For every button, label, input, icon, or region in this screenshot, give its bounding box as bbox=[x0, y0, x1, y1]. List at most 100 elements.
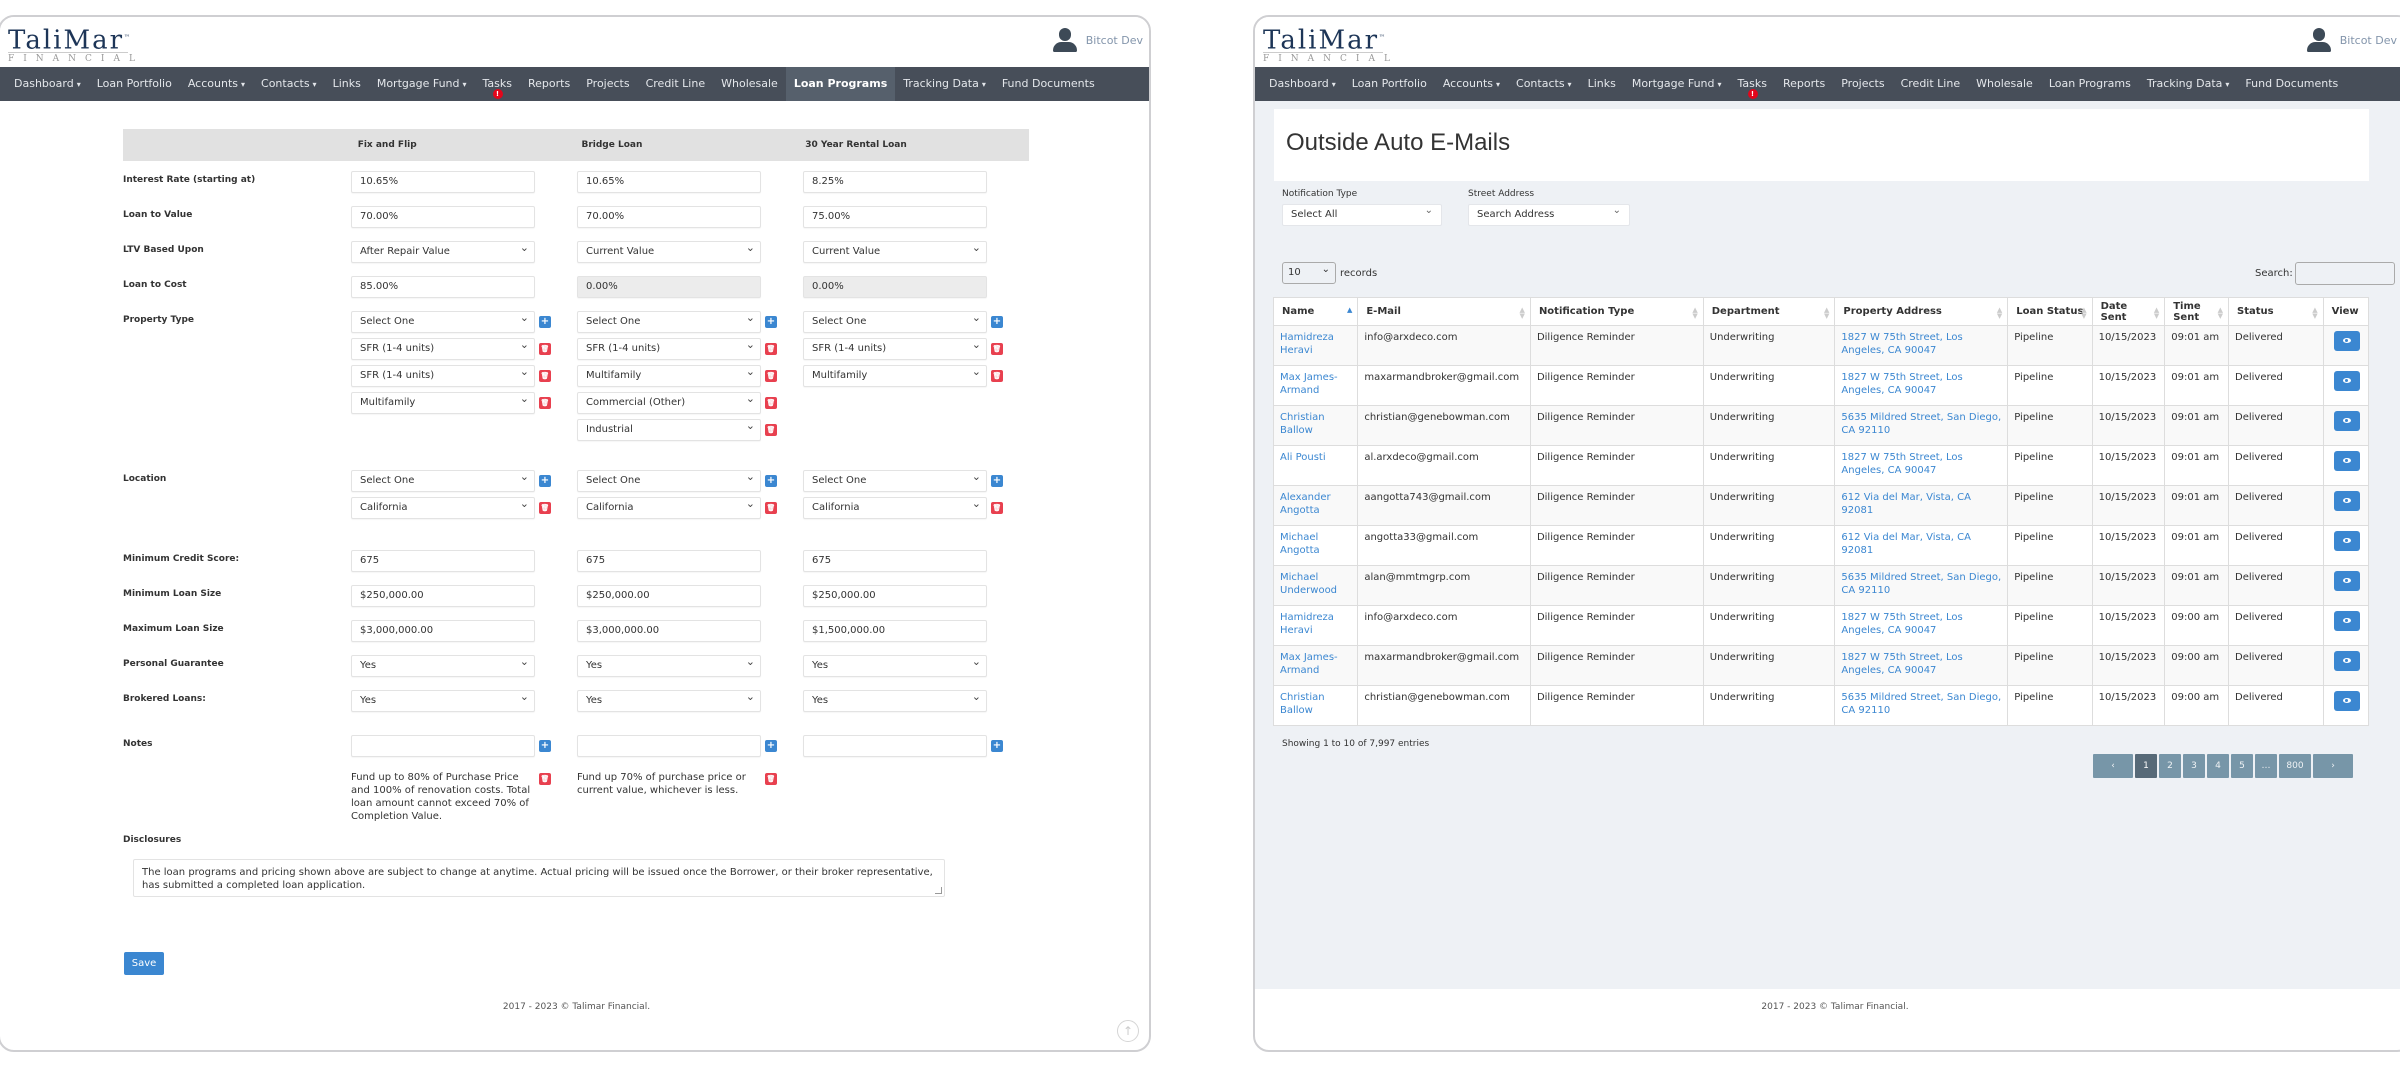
property-link[interactable]: 5635 Mildred Street, San Diego, CA 92110 bbox=[1841, 692, 2001, 716]
nav-item-tasks[interactable]: Tasks! bbox=[1730, 67, 1775, 101]
property-type-select[interactable]: Multifamily bbox=[577, 362, 761, 387]
trash-icon[interactable]: 🗑 bbox=[765, 397, 777, 409]
contact-link[interactable]: Michael Angotta bbox=[1280, 532, 1320, 556]
next-page-button[interactable]: › bbox=[2313, 754, 2353, 778]
nav-item-dashboard[interactable]: Dashboard ▾ bbox=[1261, 67, 1344, 101]
view-eye-button[interactable] bbox=[2333, 651, 2360, 671]
property-type-select[interactable]: Select One bbox=[803, 308, 987, 333]
notification-type-select[interactable]: Select All bbox=[1282, 201, 1442, 226]
column-header-notification-type[interactable]: Notification Type ▲ ▼ bbox=[1529, 297, 1704, 326]
interest-rate-input[interactable]: 8.25% bbox=[803, 171, 987, 193]
brokered-select[interactable]: Yes bbox=[351, 687, 535, 712]
property-type-select[interactable]: Select One bbox=[351, 308, 535, 333]
location-select[interactable]: California bbox=[577, 494, 761, 519]
credit-score-input[interactable]: 675 bbox=[351, 550, 535, 572]
column-header-view[interactable]: View bbox=[2322, 297, 2370, 326]
view-eye-button[interactable] bbox=[2333, 411, 2360, 431]
trash-icon[interactable]: 🗑 bbox=[991, 502, 1003, 514]
add-note-icon[interactable]: + bbox=[991, 740, 1003, 752]
location-select[interactable]: California bbox=[803, 494, 987, 519]
view-eye-button[interactable] bbox=[2333, 611, 2360, 631]
street-address-select[interactable]: Search Address bbox=[1468, 201, 1630, 226]
property-link[interactable]: 5635 Mildred Street, San Diego, CA 92110 bbox=[1841, 572, 2001, 596]
user-menu[interactable]: Bitcot Dev bbox=[1052, 27, 1143, 53]
ltv-input[interactable]: 70.00% bbox=[351, 206, 535, 228]
nav-item-links[interactable]: Links bbox=[1580, 67, 1624, 101]
page-button-5[interactable]: 5 bbox=[2231, 754, 2253, 778]
view-eye-button[interactable] bbox=[2333, 531, 2360, 551]
ltv-based-select[interactable]: After Repair Value bbox=[351, 238, 535, 263]
nav-item-mortgage-fund[interactable]: Mortgage Fund ▾ bbox=[1624, 67, 1730, 101]
nav-item-wholesale[interactable]: Wholesale bbox=[1968, 67, 2041, 101]
contact-link[interactable]: Michael Underwood bbox=[1280, 572, 1337, 596]
page-button-3[interactable]: 3 bbox=[2183, 754, 2205, 778]
add-icon[interactable]: + bbox=[539, 475, 551, 487]
trash-icon[interactable]: 🗑 bbox=[539, 343, 551, 355]
guarantee-select[interactable]: Yes bbox=[577, 652, 761, 677]
trash-icon[interactable]: 🗑 bbox=[539, 397, 551, 409]
user-menu[interactable]: Bitcot Dev bbox=[2306, 27, 2397, 53]
column-header-property-address[interactable]: Property Address ▲ ▼ bbox=[1834, 297, 2009, 326]
nav-item-dashboard[interactable]: Dashboard ▾ bbox=[6, 67, 89, 101]
view-eye-button[interactable] bbox=[2333, 491, 2360, 511]
trash-icon[interactable]: 🗑 bbox=[765, 773, 777, 785]
trash-icon[interactable]: 🗑 bbox=[539, 773, 551, 785]
records-select[interactable]: 10 bbox=[1282, 260, 1336, 284]
user-name[interactable]: Bitcot Dev bbox=[2340, 34, 2397, 47]
property-type-select[interactable]: Multifamily bbox=[803, 362, 987, 387]
credit-score-input[interactable]: 675 bbox=[577, 550, 761, 572]
nav-item-projects[interactable]: Projects bbox=[1833, 67, 1892, 101]
nav-item-credit-line[interactable]: Credit Line bbox=[1893, 67, 1969, 101]
brokered-select[interactable]: Yes bbox=[577, 687, 761, 712]
save-button[interactable]: Save bbox=[124, 952, 164, 975]
user-name[interactable]: Bitcot Dev bbox=[1086, 34, 1143, 47]
ltv-based-select[interactable]: Current Value bbox=[577, 238, 761, 263]
nav-item-accounts[interactable]: Accounts ▾ bbox=[180, 67, 253, 101]
column-header-loan-status[interactable]: Loan Status ▲ ▼ bbox=[2007, 297, 2093, 326]
nav-item-reports[interactable]: Reports bbox=[1775, 67, 1833, 101]
nav-item-mortgage-fund[interactable]: Mortgage Fund ▾ bbox=[369, 67, 475, 101]
trash-icon[interactable]: 🗑 bbox=[539, 502, 551, 514]
nav-item-contacts[interactable]: Contacts ▾ bbox=[253, 67, 325, 101]
min-loan-input[interactable]: $250,000.00 bbox=[351, 585, 535, 607]
add-icon[interactable]: + bbox=[991, 475, 1003, 487]
credit-score-input[interactable]: 675 bbox=[803, 550, 987, 572]
contact-link[interactable]: Alexander Angotta bbox=[1280, 492, 1331, 516]
notes-input[interactable] bbox=[351, 735, 535, 757]
add-note-icon[interactable]: + bbox=[765, 740, 777, 752]
talimar-logo[interactable]: TaliMar™ FINANCIAL bbox=[1263, 25, 1390, 64]
view-eye-button[interactable] bbox=[2333, 691, 2360, 711]
nav-item-loan-portfolio[interactable]: Loan Portfolio bbox=[89, 67, 180, 101]
property-link[interactable]: 1827 W 75th Street, Los Angeles, CA 9004… bbox=[1841, 612, 1962, 636]
nav-item-contacts[interactable]: Contacts ▾ bbox=[1508, 67, 1580, 101]
property-link[interactable]: 612 Via del Mar, Vista, CA 92081 bbox=[1841, 532, 1971, 556]
ltv-input[interactable]: 75.00% bbox=[803, 206, 987, 228]
property-link[interactable]: 612 Via del Mar, Vista, CA 92081 bbox=[1841, 492, 1971, 516]
brokered-select[interactable]: Yes bbox=[803, 687, 987, 712]
view-eye-button[interactable] bbox=[2333, 371, 2360, 391]
page-button-4[interactable]: 4 bbox=[2207, 754, 2229, 778]
guarantee-select[interactable]: Yes bbox=[351, 652, 535, 677]
loan-to-cost-input[interactable]: 85.00% bbox=[351, 276, 535, 298]
nav-item-credit-line[interactable]: Credit Line bbox=[638, 67, 714, 101]
contact-link[interactable]: Hamidreza Heravi bbox=[1280, 612, 1334, 636]
property-link[interactable]: 1827 W 75th Street, Los Angeles, CA 9004… bbox=[1841, 452, 1962, 476]
add-icon[interactable]: + bbox=[765, 475, 777, 487]
view-eye-button[interactable] bbox=[2333, 571, 2360, 591]
page-button-1[interactable]: 1 bbox=[2135, 754, 2157, 778]
column-header-e-mail[interactable]: E-Mail ▲ ▼ bbox=[1357, 297, 1531, 326]
trash-icon[interactable]: 🗑 bbox=[765, 424, 777, 436]
location-select[interactable]: Select One bbox=[803, 467, 987, 492]
property-type-select[interactable]: Multifamily bbox=[351, 389, 535, 414]
add-icon[interactable]: + bbox=[991, 316, 1003, 328]
nav-item-loan-programs[interactable]: Loan Programs bbox=[785, 67, 896, 101]
location-select[interactable]: Select One bbox=[577, 467, 761, 492]
nav-item-tracking-data[interactable]: Tracking Data ▾ bbox=[2139, 67, 2238, 101]
nav-item-projects[interactable]: Projects bbox=[578, 67, 637, 101]
interest-rate-input[interactable]: 10.65% bbox=[351, 171, 535, 193]
max-loan-input[interactable]: $1,500,000.00 bbox=[803, 620, 987, 642]
property-type-select[interactable]: Industrial bbox=[577, 416, 761, 441]
location-select[interactable]: Select One bbox=[351, 467, 535, 492]
contact-link[interactable]: Ali Pousti bbox=[1280, 452, 1326, 463]
nav-item-reports[interactable]: Reports bbox=[520, 67, 578, 101]
